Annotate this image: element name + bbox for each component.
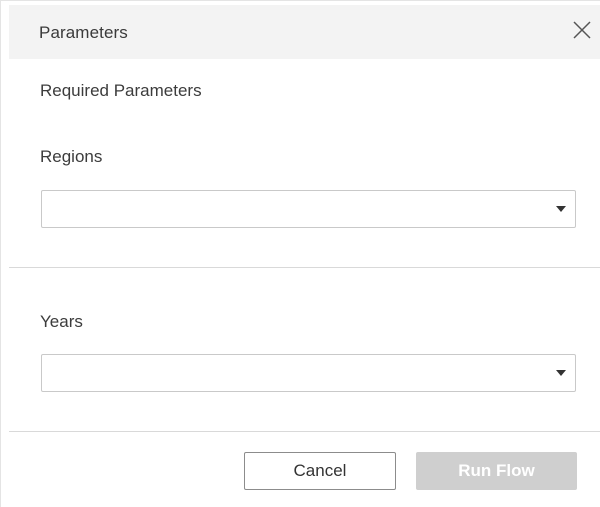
close-button[interactable] bbox=[569, 17, 595, 43]
dialog-header: Parameters bbox=[9, 5, 600, 59]
regions-label: Regions bbox=[40, 147, 103, 166]
section-heading: Required Parameters bbox=[40, 81, 202, 100]
chevron-down-icon bbox=[556, 206, 566, 212]
chevron-down-icon bbox=[556, 370, 566, 376]
run-flow-button[interactable]: Run Flow bbox=[416, 452, 577, 490]
regions-dropdown[interactable] bbox=[41, 190, 576, 228]
years-dropdown[interactable] bbox=[41, 354, 576, 392]
footer-divider bbox=[9, 431, 600, 432]
dialog-title: Parameters bbox=[39, 23, 128, 42]
parameters-dialog: Parameters Required Parameters Regions Y… bbox=[0, 0, 600, 507]
section-divider bbox=[9, 267, 600, 268]
years-label: Years bbox=[40, 312, 83, 331]
close-icon bbox=[573, 21, 591, 39]
cancel-button[interactable]: Cancel bbox=[244, 452, 396, 490]
